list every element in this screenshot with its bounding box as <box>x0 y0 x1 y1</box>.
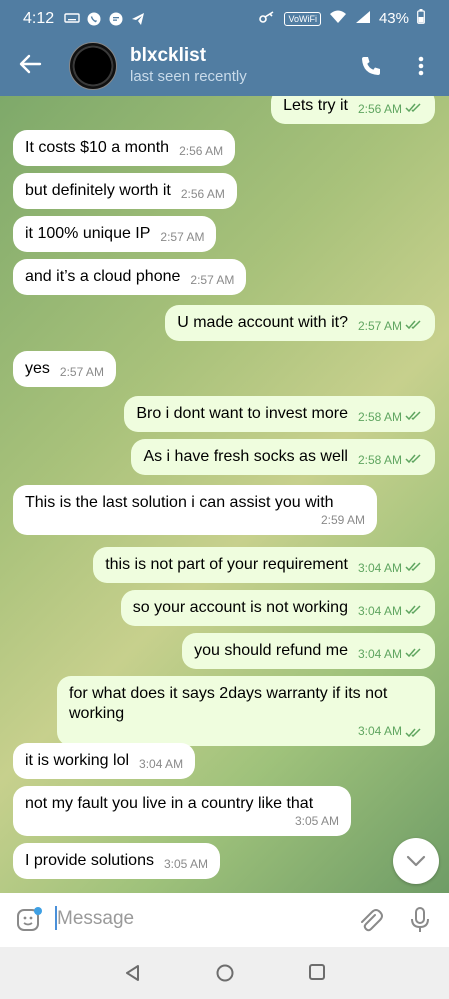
wifi-icon <box>329 10 347 28</box>
message-bubble-outgoing[interactable]: so your account is not working 3:04 AM <box>120 590 435 626</box>
message-time: 2:58 AM <box>357 453 402 467</box>
battery-icon <box>417 9 425 28</box>
message-text: This is the last solution i can assist y… <box>25 494 334 511</box>
message-bubble-outgoing[interactable]: Bro i dont want to invest more 2:58 AM <box>124 396 435 432</box>
status-right: VoWiFi 43% <box>258 9 425 28</box>
message-time: 2:58 AM <box>357 410 402 424</box>
message-text: It costs $10 a month <box>25 139 170 156</box>
emoji-sticker-icon[interactable] <box>16 907 42 933</box>
message-time: 3:04 AM <box>357 724 402 738</box>
message-text: I provide solutions <box>25 852 154 869</box>
paperclip-icon[interactable] <box>357 906 383 934</box>
message-bubble-incoming[interactable]: not my fault you live in a country like … <box>13 786 351 836</box>
message-time: 2:56 AM <box>179 144 224 158</box>
chevron-down-icon <box>406 855 426 867</box>
app-header: 4:12 VoWiFi 43% blxcklist last seen rece… <box>0 0 449 96</box>
avatar[interactable] <box>69 42 117 90</box>
back-arrow-icon[interactable] <box>18 53 42 75</box>
status-bar: 4:12 VoWiFi 43% <box>0 0 449 38</box>
keyboard-icon <box>64 11 80 25</box>
nav-recents-icon[interactable] <box>308 963 326 981</box>
telegram-icon <box>130 11 146 25</box>
more-vertical-icon[interactable] <box>416 54 426 78</box>
message-bubble-incoming[interactable]: it is working lol 3:04 AM <box>13 743 196 779</box>
system-nav-bar <box>0 947 449 999</box>
message-input[interactable] <box>57 903 337 935</box>
message-time: 2:57 AM <box>190 273 235 287</box>
message-bubble-outgoing[interactable]: this is not part of your requirement 3:04… <box>93 547 435 583</box>
message-text: As i have fresh socks as well <box>143 448 348 465</box>
double-check-icon <box>405 562 421 572</box>
chat-icon <box>108 11 124 26</box>
message-text: so your account is not working <box>132 599 348 616</box>
microphone-icon[interactable] <box>409 905 431 935</box>
message-time: 3:04 AM <box>357 647 402 661</box>
message-bubble-incoming[interactable]: but definitely worth it 2:56 AM <box>13 173 237 209</box>
message-time: 3:04 AM <box>139 757 184 771</box>
message-composer <box>0 893 449 947</box>
message-text: not my fault you live in a country like … <box>25 795 314 812</box>
double-check-icon <box>405 605 421 615</box>
double-check-icon <box>405 454 421 464</box>
message-time: 3:04 AM <box>357 604 402 618</box>
notification-icons <box>64 11 146 26</box>
status-time: 4:12 <box>23 10 55 27</box>
message-bubble-incoming[interactable]: This is the last solution i can assist y… <box>13 485 377 535</box>
phone-icon[interactable] <box>359 54 383 78</box>
vowifi-badge: VoWiFi <box>284 11 321 26</box>
battery-percent: 43% <box>378 10 409 27</box>
message-text: yes <box>25 360 50 377</box>
message-text: U made account with it? <box>177 314 348 331</box>
message-text: it is working lol <box>25 752 130 769</box>
message-bubble-outgoing[interactable]: As i have fresh socks as well 2:58 AM <box>131 439 435 475</box>
message-time: 3:04 AM <box>357 561 402 575</box>
double-check-icon <box>405 411 421 421</box>
chat-title[interactable]: blxcklist <box>130 45 206 67</box>
double-check-icon <box>405 728 421 738</box>
message-bubble-incoming[interactable]: I provide solutions 3:05 AM <box>13 843 220 879</box>
message-text: Bro i dont want to invest more <box>136 405 348 422</box>
message-bubble-incoming[interactable]: yes 2:57 AM <box>13 351 116 387</box>
message-time: 2:57 AM <box>160 230 205 244</box>
message-bubble-outgoing[interactable]: U made account with it? 2:57 AM <box>165 305 435 341</box>
message-bubble-incoming[interactable]: it 100% unique IP 2:57 AM <box>13 216 217 252</box>
message-text: but definitely worth it <box>25 182 171 199</box>
message-time: 3:05 AM <box>163 857 208 871</box>
message-text: for what does it says 2days warranty if … <box>69 685 388 722</box>
message-time: 2:56 AM <box>180 187 225 201</box>
signal-icon <box>355 10 371 28</box>
message-text: it 100% unique IP <box>25 225 151 242</box>
double-check-icon <box>405 648 421 658</box>
scroll-down-button[interactable] <box>393 838 439 884</box>
message-text: you should refund me <box>194 642 348 659</box>
double-check-icon <box>405 320 421 330</box>
nav-back-icon[interactable] <box>123 963 143 983</box>
message-time: 2:57 AM <box>59 365 104 379</box>
nav-home-icon[interactable] <box>215 963 235 983</box>
message-bubble-incoming[interactable]: It costs $10 a month 2:56 AM <box>13 130 236 166</box>
message-bubble-outgoing[interactable]: for what does it says 2days warranty if … <box>57 676 435 746</box>
double-check-icon <box>405 103 421 113</box>
message-time: 3:05 AM <box>294 814 339 828</box>
message-bubble-outgoing[interactable]: Lets try it 2:56 AM <box>271 96 435 124</box>
message-time: 2:57 AM <box>357 319 402 333</box>
message-time: 2:56 AM <box>357 102 402 116</box>
last-seen-status: last seen recently <box>130 68 247 85</box>
message-text: and it’s a cloud phone <box>25 268 181 285</box>
message-list[interactable]: Lets try it 2:56 AM It costs $10 a month 2… <box>0 96 449 893</box>
message-text: this is not part of your requirement <box>105 556 348 573</box>
message-time: 2:59 AM <box>320 513 365 527</box>
whatsapp-icon <box>86 11 102 26</box>
message-text: Lets try it <box>283 97 348 114</box>
key-icon <box>258 10 276 28</box>
message-bubble-outgoing[interactable]: you should refund me 3:04 AM <box>182 633 435 669</box>
message-bubble-incoming[interactable]: and it’s a cloud phone 2:57 AM <box>13 259 247 295</box>
